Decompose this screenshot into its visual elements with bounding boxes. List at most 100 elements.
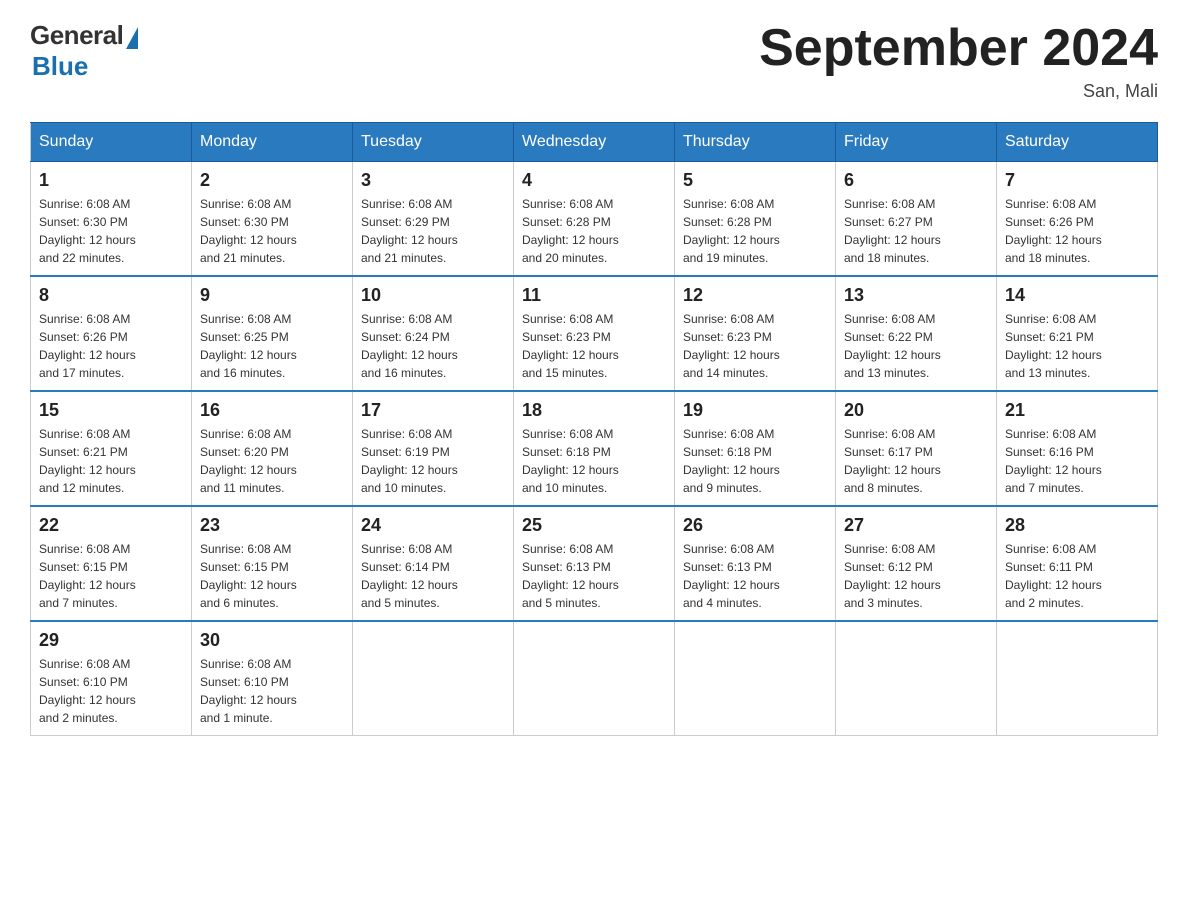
- day-number: 18: [522, 400, 666, 421]
- logo-general-text: General: [30, 20, 123, 51]
- day-info: Sunrise: 6:08 AMSunset: 6:13 PMDaylight:…: [683, 542, 780, 610]
- day-info: Sunrise: 6:08 AMSunset: 6:28 PMDaylight:…: [522, 197, 619, 265]
- day-number: 6: [844, 170, 988, 191]
- day-number: 10: [361, 285, 505, 306]
- day-info: Sunrise: 6:08 AMSunset: 6:28 PMDaylight:…: [683, 197, 780, 265]
- day-number: 16: [200, 400, 344, 421]
- logo-triangle-icon: [126, 27, 138, 49]
- calendar-cell: 13 Sunrise: 6:08 AMSunset: 6:22 PMDaylig…: [836, 276, 997, 391]
- day-number: 22: [39, 515, 183, 536]
- calendar-cell: 12 Sunrise: 6:08 AMSunset: 6:23 PMDaylig…: [675, 276, 836, 391]
- col-friday: Friday: [836, 123, 997, 162]
- week-row-4: 22 Sunrise: 6:08 AMSunset: 6:15 PMDaylig…: [31, 506, 1158, 621]
- day-info: Sunrise: 6:08 AMSunset: 6:26 PMDaylight:…: [39, 312, 136, 380]
- logo-blue-text: Blue: [32, 51, 88, 82]
- day-info: Sunrise: 6:08 AMSunset: 6:25 PMDaylight:…: [200, 312, 297, 380]
- calendar-cell: 4 Sunrise: 6:08 AMSunset: 6:28 PMDayligh…: [514, 162, 675, 277]
- day-info: Sunrise: 6:08 AMSunset: 6:11 PMDaylight:…: [1005, 542, 1102, 610]
- day-number: 5: [683, 170, 827, 191]
- day-info: Sunrise: 6:08 AMSunset: 6:26 PMDaylight:…: [1005, 197, 1102, 265]
- calendar-cell: 16 Sunrise: 6:08 AMSunset: 6:20 PMDaylig…: [192, 391, 353, 506]
- calendar-cell: 22 Sunrise: 6:08 AMSunset: 6:15 PMDaylig…: [31, 506, 192, 621]
- location-label: San, Mali: [759, 81, 1158, 102]
- calendar-cell: 19 Sunrise: 6:08 AMSunset: 6:18 PMDaylig…: [675, 391, 836, 506]
- day-info: Sunrise: 6:08 AMSunset: 6:19 PMDaylight:…: [361, 427, 458, 495]
- day-info: Sunrise: 6:08 AMSunset: 6:30 PMDaylight:…: [39, 197, 136, 265]
- day-number: 19: [683, 400, 827, 421]
- day-number: 11: [522, 285, 666, 306]
- day-info: Sunrise: 6:08 AMSunset: 6:21 PMDaylight:…: [39, 427, 136, 495]
- day-info: Sunrise: 6:08 AMSunset: 6:30 PMDaylight:…: [200, 197, 297, 265]
- col-saturday: Saturday: [997, 123, 1158, 162]
- day-info: Sunrise: 6:08 AMSunset: 6:18 PMDaylight:…: [683, 427, 780, 495]
- day-number: 23: [200, 515, 344, 536]
- calendar-cell: [514, 621, 675, 736]
- calendar-cell: 29 Sunrise: 6:08 AMSunset: 6:10 PMDaylig…: [31, 621, 192, 736]
- calendar-cell: 10 Sunrise: 6:08 AMSunset: 6:24 PMDaylig…: [353, 276, 514, 391]
- day-info: Sunrise: 6:08 AMSunset: 6:12 PMDaylight:…: [844, 542, 941, 610]
- day-info: Sunrise: 6:08 AMSunset: 6:16 PMDaylight:…: [1005, 427, 1102, 495]
- calendar-cell: 6 Sunrise: 6:08 AMSunset: 6:27 PMDayligh…: [836, 162, 997, 277]
- calendar-cell: 26 Sunrise: 6:08 AMSunset: 6:13 PMDaylig…: [675, 506, 836, 621]
- calendar-cell: 5 Sunrise: 6:08 AMSunset: 6:28 PMDayligh…: [675, 162, 836, 277]
- calendar-cell: 20 Sunrise: 6:08 AMSunset: 6:17 PMDaylig…: [836, 391, 997, 506]
- day-number: 2: [200, 170, 344, 191]
- day-number: 20: [844, 400, 988, 421]
- header-row: Sunday Monday Tuesday Wednesday Thursday…: [31, 123, 1158, 162]
- col-wednesday: Wednesday: [514, 123, 675, 162]
- day-number: 7: [1005, 170, 1149, 191]
- page-header: General Blue September 2024 San, Mali: [30, 20, 1158, 102]
- week-row-3: 15 Sunrise: 6:08 AMSunset: 6:21 PMDaylig…: [31, 391, 1158, 506]
- logo: General Blue: [30, 20, 138, 82]
- day-info: Sunrise: 6:08 AMSunset: 6:23 PMDaylight:…: [522, 312, 619, 380]
- day-info: Sunrise: 6:08 AMSunset: 6:17 PMDaylight:…: [844, 427, 941, 495]
- week-row-1: 1 Sunrise: 6:08 AMSunset: 6:30 PMDayligh…: [31, 162, 1158, 277]
- calendar-cell: 3 Sunrise: 6:08 AMSunset: 6:29 PMDayligh…: [353, 162, 514, 277]
- day-info: Sunrise: 6:08 AMSunset: 6:15 PMDaylight:…: [200, 542, 297, 610]
- calendar-cell: 15 Sunrise: 6:08 AMSunset: 6:21 PMDaylig…: [31, 391, 192, 506]
- title-area: September 2024 San, Mali: [759, 20, 1158, 102]
- calendar-title: September 2024: [759, 20, 1158, 77]
- calendar-cell: 7 Sunrise: 6:08 AMSunset: 6:26 PMDayligh…: [997, 162, 1158, 277]
- col-sunday: Sunday: [31, 123, 192, 162]
- day-info: Sunrise: 6:08 AMSunset: 6:18 PMDaylight:…: [522, 427, 619, 495]
- day-number: 12: [683, 285, 827, 306]
- calendar-cell: 28 Sunrise: 6:08 AMSunset: 6:11 PMDaylig…: [997, 506, 1158, 621]
- calendar-cell: 23 Sunrise: 6:08 AMSunset: 6:15 PMDaylig…: [192, 506, 353, 621]
- day-number: 30: [200, 630, 344, 651]
- day-number: 8: [39, 285, 183, 306]
- calendar-cell: [353, 621, 514, 736]
- calendar-cell: 2 Sunrise: 6:08 AMSunset: 6:30 PMDayligh…: [192, 162, 353, 277]
- day-info: Sunrise: 6:08 AMSunset: 6:21 PMDaylight:…: [1005, 312, 1102, 380]
- calendar-cell: 1 Sunrise: 6:08 AMSunset: 6:30 PMDayligh…: [31, 162, 192, 277]
- calendar-cell: [675, 621, 836, 736]
- day-number: 29: [39, 630, 183, 651]
- day-number: 28: [1005, 515, 1149, 536]
- day-number: 21: [1005, 400, 1149, 421]
- day-number: 27: [844, 515, 988, 536]
- day-number: 9: [200, 285, 344, 306]
- day-number: 14: [1005, 285, 1149, 306]
- calendar-cell: 27 Sunrise: 6:08 AMSunset: 6:12 PMDaylig…: [836, 506, 997, 621]
- day-number: 24: [361, 515, 505, 536]
- day-number: 15: [39, 400, 183, 421]
- day-number: 17: [361, 400, 505, 421]
- week-row-2: 8 Sunrise: 6:08 AMSunset: 6:26 PMDayligh…: [31, 276, 1158, 391]
- day-info: Sunrise: 6:08 AMSunset: 6:24 PMDaylight:…: [361, 312, 458, 380]
- day-info: Sunrise: 6:08 AMSunset: 6:10 PMDaylight:…: [200, 657, 297, 725]
- calendar-cell: [836, 621, 997, 736]
- day-number: 25: [522, 515, 666, 536]
- calendar-cell: 21 Sunrise: 6:08 AMSunset: 6:16 PMDaylig…: [997, 391, 1158, 506]
- day-info: Sunrise: 6:08 AMSunset: 6:23 PMDaylight:…: [683, 312, 780, 380]
- day-number: 26: [683, 515, 827, 536]
- calendar-cell: 25 Sunrise: 6:08 AMSunset: 6:13 PMDaylig…: [514, 506, 675, 621]
- calendar-cell: 11 Sunrise: 6:08 AMSunset: 6:23 PMDaylig…: [514, 276, 675, 391]
- day-info: Sunrise: 6:08 AMSunset: 6:10 PMDaylight:…: [39, 657, 136, 725]
- day-info: Sunrise: 6:08 AMSunset: 6:22 PMDaylight:…: [844, 312, 941, 380]
- calendar-cell: 14 Sunrise: 6:08 AMSunset: 6:21 PMDaylig…: [997, 276, 1158, 391]
- day-info: Sunrise: 6:08 AMSunset: 6:27 PMDaylight:…: [844, 197, 941, 265]
- week-row-5: 29 Sunrise: 6:08 AMSunset: 6:10 PMDaylig…: [31, 621, 1158, 736]
- calendar-cell: 24 Sunrise: 6:08 AMSunset: 6:14 PMDaylig…: [353, 506, 514, 621]
- calendar-cell: 8 Sunrise: 6:08 AMSunset: 6:26 PMDayligh…: [31, 276, 192, 391]
- day-number: 1: [39, 170, 183, 191]
